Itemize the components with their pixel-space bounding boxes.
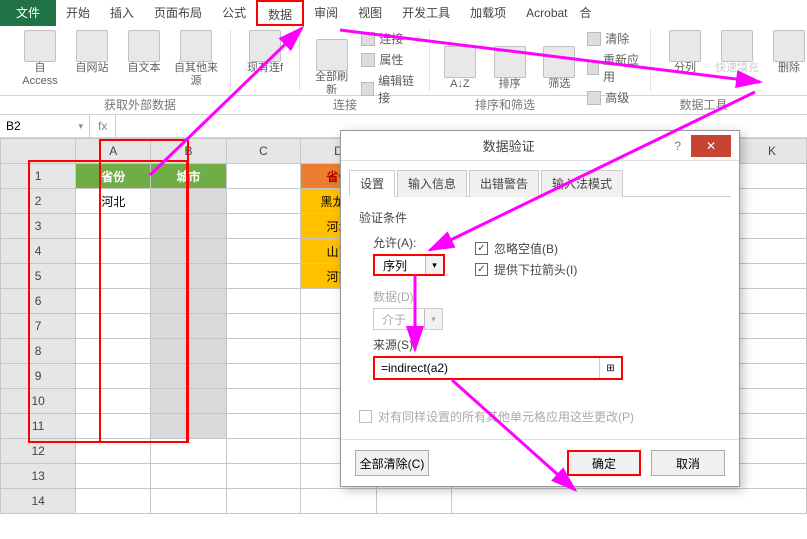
clear-icon [587,32,601,46]
data-label: 数据(D): [373,288,721,305]
col-A[interactable]: A [76,139,151,164]
btn-clear[interactable]: 清除 [587,30,642,47]
tab-formula[interactable]: 公式 [212,0,256,26]
text-icon [128,30,160,62]
cell-C1[interactable] [226,164,301,189]
split-icon [669,30,701,62]
access-icon [24,30,56,62]
dialog-close[interactable]: ✕ [691,135,731,157]
criteria-label: 验证条件 [359,209,721,226]
flash-icon [721,30,753,62]
tab-acrobat[interactable]: Acrobat [516,0,577,26]
tab-data[interactable]: 数据 [256,0,304,26]
btn-reapply[interactable]: 重新应用 [587,51,642,85]
tab-file[interactable]: 文件 [0,0,56,26]
reapply-icon [587,61,599,75]
row-1[interactable]: 1 [1,164,76,189]
conn-icon [361,32,375,46]
tab-layout[interactable]: 页面布局 [144,0,212,26]
btn-dup[interactable]: 删除 [765,30,807,79]
col-B[interactable]: B [151,139,226,164]
sort-az-icon [444,46,476,78]
dtab-input[interactable]: 输入信息 [397,170,467,197]
btn-from-web[interactable]: 自网站 [68,30,116,88]
btn-prop[interactable]: 属性 [361,51,421,68]
source-label: 来源(S): [373,336,721,353]
dialog-help[interactable]: ? [668,139,687,153]
btn-flash: 快速填充 [713,30,761,79]
link-icon [361,82,374,96]
tab-addin[interactable]: 加载项 [460,0,516,26]
cell-B1[interactable]: 城市 [151,164,226,189]
btn-cancel[interactable]: 取消 [651,450,725,476]
ribbon-tabs: 文件 开始 插入 页面布局 公式 数据 审阅 视图 开发工具 加载项 Acrob… [0,0,807,26]
existing-icon [249,30,281,62]
chk-dropdown[interactable]: ✓提供下拉箭头(I) [475,261,577,278]
btn-clear-all[interactable]: 全部清除(C) [355,450,429,476]
name-box[interactable]: B2 [0,115,90,137]
dup-icon [773,30,805,62]
btn-sort[interactable]: 排序 [490,46,530,91]
cell-B2[interactable] [151,189,226,214]
dialog-tabs: 设置 输入信息 出错警告 输入法模式 [349,169,731,197]
btn-from-other[interactable]: 自其他来源 [172,30,220,88]
btn-from-text[interactable]: 自文本 [120,30,168,88]
chevron-down-icon[interactable]: ▾ [425,256,443,274]
chk-ignore-blank[interactable]: ✓忽略空值(B) [475,240,577,257]
fx-label: fx [90,115,116,137]
ribbon-body: 自 Access 自网站 自文本 自其他来源 现有连f 全部刷新 连接 属性 编… [0,26,807,96]
tab-insert[interactable]: 插入 [100,0,144,26]
btn-ok[interactable]: 确定 [567,450,641,476]
cell-A1[interactable]: 省份 [76,164,151,189]
btn-existing[interactable]: 现有连f [241,30,289,75]
data-validation-dialog: 数据验证 ? ✕ 设置 输入信息 出错警告 输入法模式 验证条件 允许(A): … [340,130,740,487]
refresh-icon [316,39,348,71]
dtab-settings[interactable]: 设置 [349,170,395,197]
tab-dev[interactable]: 开发工具 [392,0,460,26]
tab-trunc: 合 [578,0,594,26]
dtab-error[interactable]: 出错警告 [469,170,539,197]
btn-from-access[interactable]: 自 Access [16,30,64,88]
tab-review[interactable]: 审阅 [304,0,348,26]
sort-icon [494,46,526,78]
cell-A2[interactable]: 河北 [76,189,151,214]
tab-home[interactable]: 开始 [56,0,100,26]
btn-conn[interactable]: 连接 [361,30,421,47]
chk-apply-others[interactable]: 对有同样设置的所有其他单元格应用这些更改(P) [359,408,721,425]
range-picker-icon[interactable]: ⊞ [599,358,621,378]
source-input[interactable]: =indirect(a2)⊞ [373,356,623,380]
btn-filter[interactable]: 筛选 [540,46,580,91]
dtab-ime[interactable]: 输入法模式 [541,170,623,197]
row-2[interactable]: 2 [1,189,76,214]
prop-icon [361,53,375,67]
col-C[interactable]: C [226,139,301,164]
dialog-title: 数据验证 [349,136,668,155]
btn-split[interactable]: 分列 [661,30,709,79]
data-combo: 介于▾ [373,308,443,330]
tab-view[interactable]: 视图 [348,0,392,26]
other-icon [180,30,212,62]
allow-combo[interactable]: 序列▾ [373,254,445,276]
btn-refresh[interactable]: 全部刷新 [310,39,353,97]
ribbon-group-labels: 获取外部数据 连接 排序和筛选 数据工具 [0,96,807,114]
web-icon [76,30,108,62]
allow-label: 允许(A): [373,234,445,251]
filter-icon [543,46,575,78]
btn-sort-az[interactable]: A↓Z [440,46,480,91]
